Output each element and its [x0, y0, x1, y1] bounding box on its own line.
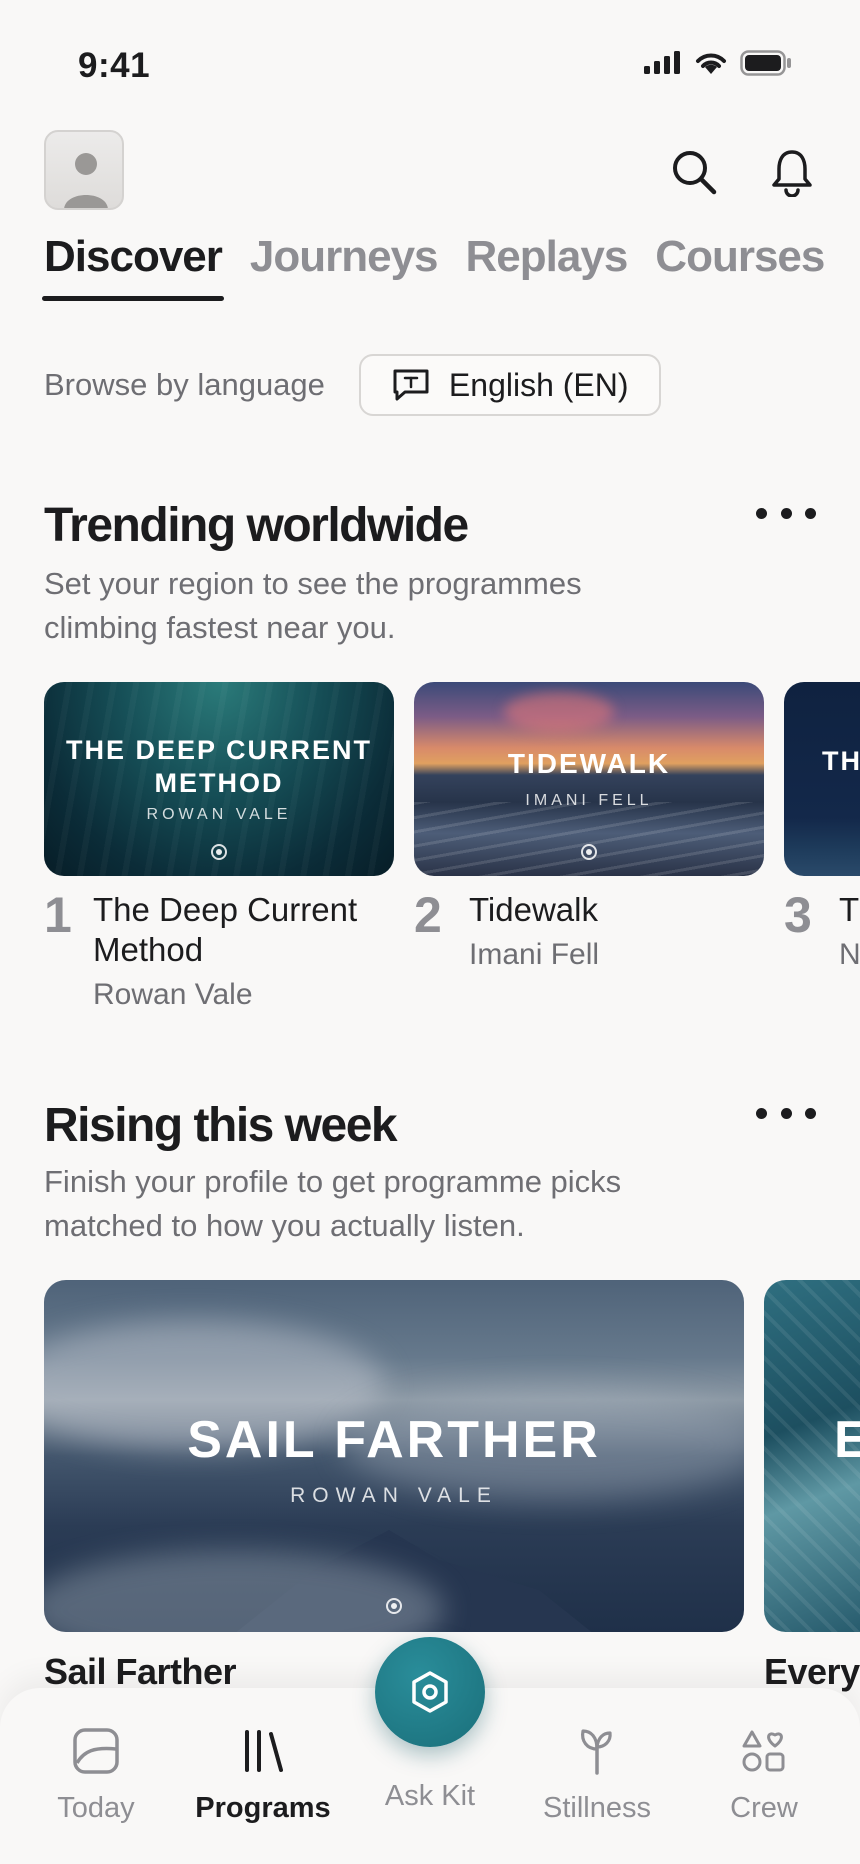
trending-title: Trending worldwide — [44, 499, 469, 552]
play-indicator-icon — [581, 844, 597, 860]
trending-rank-1: 1 — [44, 887, 72, 943]
play-indicator-icon — [211, 844, 227, 860]
trending-more-button[interactable] — [756, 498, 816, 528]
rising-card-2-cover[interactable]: E — [764, 1280, 860, 1632]
ask-kit-button[interactable] — [375, 1637, 485, 1747]
search-button[interactable] — [668, 146, 720, 198]
hexagon-icon — [412, 1671, 448, 1713]
trending-card-3-title[interactable]: T — [839, 890, 859, 930]
cover-title: E — [834, 1411, 860, 1469]
trending-card-1-title[interactable]: The Deep Current Method — [93, 890, 393, 970]
nav-item-today[interactable]: Today — [21, 1716, 171, 1825]
dot — [805, 1107, 816, 1119]
trending-card-2-cover[interactable]: TIDEWALK IMANI FELL — [414, 682, 764, 876]
cover-author: ROWAN VALE — [146, 806, 292, 823]
trending-card-1-cover[interactable]: THE DEEP CURRENT METHOD ROWAN VALE — [44, 682, 394, 876]
cover-title: THE DEEP CURRENT METHOD — [65, 735, 373, 798]
rising-subtitle: Finish your profile to get programme pic… — [44, 1164, 622, 1243]
cover-title: SAIL FARTHER — [187, 1411, 601, 1469]
library-icon — [245, 1730, 283, 1772]
nav-item-crew[interactable]: Crew — [689, 1716, 839, 1825]
dot — [756, 507, 767, 519]
person-icon — [64, 153, 108, 208]
trending-rank-2: 2 — [414, 887, 442, 943]
tab-journeys[interactable]: Journeys — [250, 232, 439, 312]
trending-subtitle: Set your region to see the programmes cl… — [44, 566, 582, 645]
bell-icon — [772, 150, 812, 197]
language-row: Browse by language English (EN) — [44, 354, 661, 416]
trending-card-3-author: N — [839, 938, 860, 971]
sprout-icon — [581, 1729, 612, 1775]
cover-author: IMANI FELL — [525, 792, 653, 809]
dot — [780, 507, 792, 519]
rising-card-1-cover[interactable]: SAIL FARTHER ROWAN VALE — [44, 1280, 744, 1632]
dot — [780, 1107, 792, 1119]
wifi-icon — [696, 53, 726, 74]
language-selector[interactable]: English (EN) — [358, 354, 661, 416]
language-label: Browse by language — [44, 367, 325, 402]
nav-label: Today — [57, 1792, 135, 1824]
notifications-button[interactable] — [766, 146, 818, 198]
trending-card-1-author: Rowan Vale — [93, 978, 253, 1011]
dot — [756, 1107, 767, 1119]
nav-label: Stillness — [543, 1792, 651, 1824]
dot — [805, 507, 816, 519]
search-icon — [673, 151, 717, 195]
status-time: 9:41 — [78, 46, 151, 85]
tab-discover[interactable]: Discover — [42, 232, 224, 312]
cover-title: TH — [822, 746, 860, 776]
rising-title: Rising this week — [44, 1099, 398, 1152]
trending-card-2-author: Imani Fell — [469, 938, 600, 971]
status-bar: 9:41 — [0, 0, 860, 120]
rising-card-1-title[interactable]: Sail Farther — [44, 1652, 237, 1692]
cellular-signal-icon — [644, 51, 680, 74]
status-icons — [642, 50, 792, 76]
rising-more-button[interactable] — [756, 1098, 816, 1128]
nav-item-stillness[interactable]: Stillness — [522, 1716, 672, 1825]
nav-item-ask-kit[interactable]: Ask Kit — [355, 1780, 505, 1813]
top-tabs: Discover Journeys Replays Courses — [42, 232, 825, 312]
nav-label: Ask Kit — [384, 1780, 476, 1812]
cover-author: ROWAN VALE — [290, 1484, 498, 1507]
language-selected: English (EN) — [448, 366, 629, 403]
shapes-icon — [742, 1730, 785, 1772]
nav-item-programs[interactable]: Programs — [188, 1716, 338, 1825]
tab-replays[interactable]: Replays — [466, 232, 629, 312]
nav-label: Crew — [730, 1792, 798, 1824]
trending-card-3-cover[interactable]: TH — [784, 682, 860, 876]
trending-card-2-title[interactable]: Tidewalk — [469, 890, 598, 930]
rising-card-2-title[interactable]: Every — [764, 1652, 860, 1692]
photo-icon — [73, 1728, 119, 1774]
battery-icon — [740, 50, 791, 76]
translate-chat-icon — [393, 369, 429, 401]
play-indicator-icon — [386, 1598, 402, 1614]
trending-rank-3: 3 — [784, 887, 812, 943]
cover-title: TIDEWALK — [507, 748, 671, 779]
avatar[interactable] — [44, 130, 124, 210]
nav-label: Programs — [195, 1792, 331, 1824]
tab-courses[interactable]: Courses — [655, 232, 825, 312]
